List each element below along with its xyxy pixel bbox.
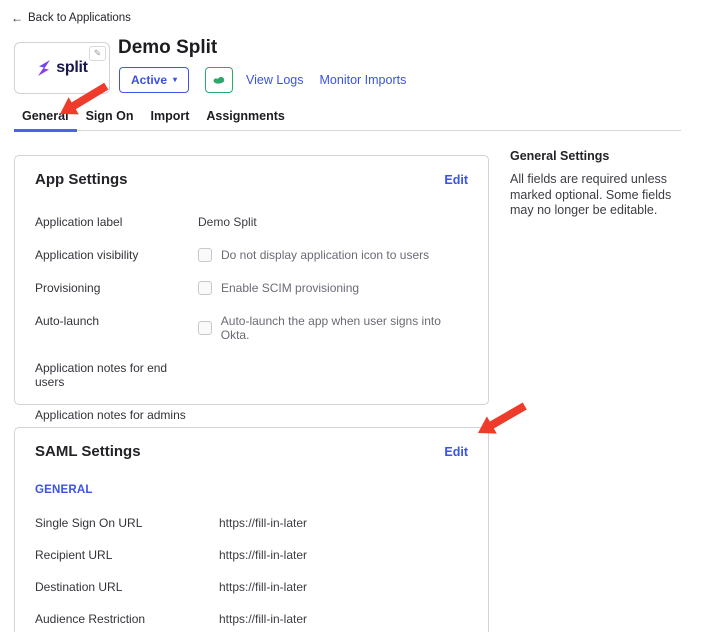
app-actions: Active ▾ View Logs Monitor Imports bbox=[119, 67, 406, 93]
status-label: Active bbox=[131, 73, 167, 87]
setting-label: Application notes for admins bbox=[35, 408, 198, 422]
setting-row-auto-launch: Auto-launch Auto-launch the app when use… bbox=[35, 314, 468, 342]
split-logo-icon bbox=[36, 60, 52, 76]
okta-app-page: ← Back to Applications ✎ split Demo Spli… bbox=[0, 0, 701, 632]
app-settings-edit-button[interactable]: Edit bbox=[444, 173, 468, 187]
sidebar-title: General Settings bbox=[510, 149, 695, 163]
view-logs-link[interactable]: View Logs bbox=[246, 73, 303, 87]
setting-value: Demo Split bbox=[198, 215, 257, 229]
tab-import[interactable]: Import bbox=[142, 104, 197, 132]
setting-row-provisioning: Provisioning Enable SCIM provisioning bbox=[35, 281, 468, 295]
saml-row-sso-url: Single Sign On URL https://fill-in-later bbox=[35, 516, 468, 530]
setting-value: https://fill-in-later bbox=[219, 548, 307, 562]
sidebar-description: All fields are required unless marked op… bbox=[510, 172, 695, 219]
handshake-icon bbox=[212, 75, 226, 85]
setting-label: Auto-launch bbox=[35, 314, 198, 328]
app-settings-title: App Settings bbox=[35, 171, 128, 188]
setting-row-application-visibility: Application visibility Do not display ap… bbox=[35, 248, 468, 262]
setting-value: https://fill-in-later bbox=[219, 516, 307, 530]
tab-bar: General Sign On Import Assignments bbox=[14, 104, 681, 131]
app-settings-card: App Settings Edit Application label Demo… bbox=[14, 155, 489, 405]
setting-label: Application visibility bbox=[35, 248, 198, 262]
pencil-icon: ✎ bbox=[94, 48, 102, 58]
tab-general[interactable]: General bbox=[14, 104, 77, 132]
monitor-imports-link[interactable]: Monitor Imports bbox=[320, 73, 407, 87]
setting-row-application-label: Application label Demo Split bbox=[35, 215, 468, 229]
back-to-applications-link[interactable]: ← Back to Applications bbox=[11, 11, 131, 25]
auto-launch-checkbox[interactable] bbox=[198, 321, 212, 335]
saml-row-destination-url: Destination URL https://fill-in-later bbox=[35, 580, 468, 594]
tab-sign-on[interactable]: Sign On bbox=[78, 104, 142, 132]
status-dropdown-button[interactable]: Active ▾ bbox=[119, 67, 189, 93]
saml-row-recipient-url: Recipient URL https://fill-in-later bbox=[35, 548, 468, 562]
setting-label: Provisioning bbox=[35, 281, 198, 295]
setting-label: Audience Restriction bbox=[35, 612, 219, 626]
setting-row-notes-end-users: Application notes for end users bbox=[35, 361, 468, 389]
setting-label: Single Sign On URL bbox=[35, 516, 219, 530]
setting-value: https://fill-in-later bbox=[219, 612, 307, 626]
checkbox-label: Do not display application icon to users bbox=[221, 248, 429, 262]
checkbox-label: Enable SCIM provisioning bbox=[221, 281, 359, 295]
back-link-label: Back to Applications bbox=[28, 12, 131, 24]
tab-assignments[interactable]: Assignments bbox=[198, 104, 293, 132]
provisioning-button[interactable] bbox=[205, 67, 233, 93]
help-sidebar: General Settings All fields are required… bbox=[510, 149, 695, 219]
setting-value: https://fill-in-later bbox=[219, 580, 307, 594]
split-logo-text: split bbox=[56, 59, 87, 77]
chevron-down-icon: ▾ bbox=[173, 76, 177, 84]
setting-row-notes-admins: Application notes for admins bbox=[35, 408, 468, 422]
saml-general-section-header: GENERAL bbox=[35, 484, 468, 496]
saml-settings-edit-button[interactable]: Edit bbox=[444, 445, 468, 459]
saml-row-audience-restriction: Audience Restriction https://fill-in-lat… bbox=[35, 612, 468, 626]
back-arrow-icon: ← bbox=[11, 11, 23, 25]
setting-label: Destination URL bbox=[35, 580, 219, 594]
saml-settings-card: SAML Settings Edit GENERAL Single Sign O… bbox=[14, 427, 489, 632]
visibility-checkbox[interactable] bbox=[198, 248, 212, 262]
setting-label: Application label bbox=[35, 215, 198, 229]
edit-logo-button[interactable]: ✎ bbox=[89, 46, 106, 61]
saml-settings-title: SAML Settings bbox=[35, 443, 141, 460]
setting-label: Application notes for end users bbox=[35, 361, 198, 389]
checkbox-label: Auto-launch the app when user signs into… bbox=[221, 314, 468, 342]
setting-label: Recipient URL bbox=[35, 548, 219, 562]
scim-provisioning-checkbox[interactable] bbox=[198, 281, 212, 295]
page-title: Demo Split bbox=[118, 37, 217, 59]
app-logo-card: ✎ split bbox=[14, 42, 110, 94]
